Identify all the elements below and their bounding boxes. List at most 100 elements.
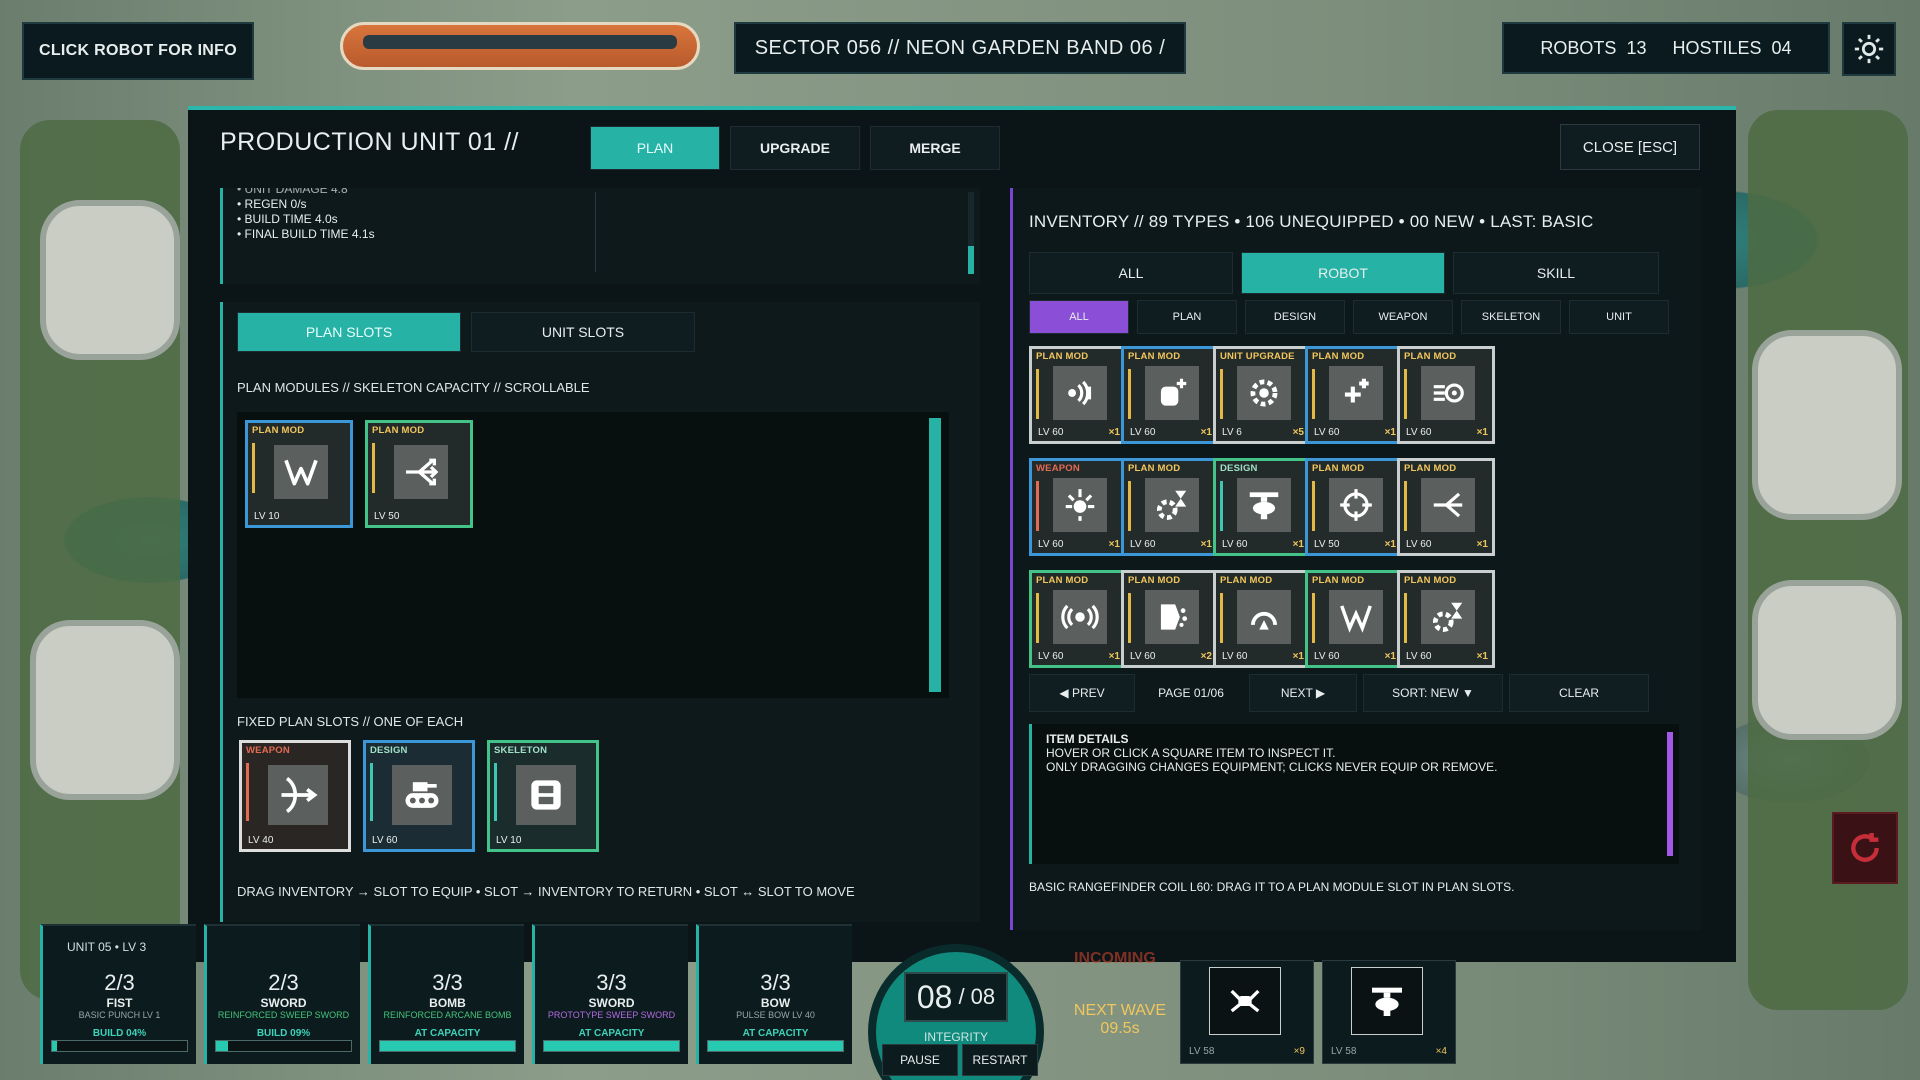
details-line: HOVER OR CLICK A SQUARE ITEM TO INSPECT … (1046, 746, 1336, 760)
card-level: LV 60 (1130, 539, 1156, 550)
robots-value: 13 (1626, 37, 1647, 58)
building-left-2 (30, 620, 180, 800)
tab-merge-label: MERGE (909, 140, 961, 156)
fixed-slot-weapon[interactable]: WEAPON LV 40 (239, 740, 351, 852)
sort-dropdown[interactable]: SORT: NEW ▼ (1363, 674, 1503, 712)
inv-tab-robot[interactable]: ROBOT (1241, 252, 1445, 294)
unit-progress-fill (52, 1041, 58, 1051)
stats-scrollbar[interactable] (968, 192, 974, 274)
gear-hourglass-icon (1421, 590, 1475, 644)
card-category: SKELETON (494, 745, 548, 756)
restart-button[interactable]: RESTART (962, 1044, 1038, 1076)
wave-current: 08 (916, 978, 953, 1015)
filter-plan[interactable]: PLAN (1137, 300, 1237, 334)
next-label: NEXT ▶ (1280, 686, 1326, 700)
enemy-card[interactable]: LV 58 ×9 (1180, 960, 1314, 1064)
tab-plan[interactable]: PLAN (590, 126, 720, 170)
unit-card[interactable]: 3/3 SWORD PROTOTYPE SWEEP SWORD AT CAPACITY (532, 924, 688, 1064)
card-qty: ×1 (1108, 539, 1120, 550)
details-line: ONLY DRAGGING CHANGES EQUIPMENT; CLICKS … (1046, 760, 1498, 774)
unit-subtitle: PROTOTYPE SWEEP SWORD (547, 1010, 676, 1020)
next-wave: NEXT WAVE 09.5s (1060, 1002, 1180, 1038)
fixed-slots-label: FIXED PLAN SLOTS // ONE OF EACH (237, 714, 464, 729)
building-right-2 (1752, 580, 1902, 740)
unit-status: AT CAPACITY (414, 1028, 481, 1039)
rangefinder-icon (1421, 366, 1475, 420)
plan-module-slot[interactable]: PLAN MOD LV 50 (365, 420, 473, 528)
stats-panel[interactable]: • UNIT DAMAGE 4.8 • REGEN 0/s • BUILD TI… (220, 188, 980, 284)
filter-weapon[interactable]: WEAPON (1353, 300, 1453, 334)
bow-icon (268, 765, 328, 825)
card-category: PLAN MOD (1404, 463, 1457, 474)
tab-unit-slots[interactable]: UNIT SLOTS (471, 312, 695, 352)
pause-button[interactable]: PAUSE (882, 1044, 958, 1076)
gear-ring-icon (1237, 366, 1291, 420)
inventory-item[interactable]: PLAN MOD LV 60 ×1 (1213, 570, 1311, 668)
inventory-item[interactable]: PLAN MOD LV 60 ×1 (1121, 458, 1219, 556)
filter-design[interactable]: DESIGN (1245, 300, 1345, 334)
filter-label: SKELETON (1481, 311, 1541, 323)
inventory-item[interactable]: WEAPON LV 60 ×1 (1029, 458, 1127, 556)
inventory-item[interactable]: PLAN MOD LV 60 ×1 (1397, 458, 1495, 556)
inventory-item[interactable]: PLAN MOD LV 60 ×1 (1305, 346, 1403, 444)
split-arrow-icon (1421, 478, 1475, 532)
filter-skeleton[interactable]: SKELETON (1461, 300, 1561, 334)
clear-label: CLEAR (1558, 686, 1599, 700)
inventory-item[interactable]: PLAN MOD LV 60 ×1 (1029, 346, 1127, 444)
tab-merge[interactable]: MERGE (870, 126, 1000, 170)
card-stripe (1312, 481, 1315, 531)
hostiles-value: 04 (1771, 37, 1792, 58)
plan-panel: PLAN SLOTS UNIT SLOTS PLAN MODULES // SK… (220, 302, 980, 922)
modules-scrollbar[interactable] (929, 418, 941, 692)
card-stripe (1404, 481, 1407, 531)
pause-label: PAUSE (900, 1053, 940, 1067)
inv-tab-all[interactable]: ALL (1029, 252, 1233, 294)
close-button[interactable]: CLOSE [ESC] (1560, 124, 1700, 170)
clear-button[interactable]: CLEAR (1509, 674, 1649, 712)
reset-button[interactable] (1832, 812, 1898, 884)
robot-info-button[interactable]: CLICK ROBOT FOR INFO (22, 22, 254, 80)
inv-tab-skill[interactable]: SKILL (1453, 252, 1659, 294)
settings-button[interactable] (1842, 22, 1896, 76)
enemy-card[interactable]: LV 58 ×4 (1322, 960, 1456, 1064)
hostiles-label: HOSTILES (1672, 37, 1762, 58)
inventory-item[interactable]: PLAN MOD LV 50 ×1 (1305, 458, 1403, 556)
robots-count: ROBOTS 13 (1540, 38, 1646, 59)
next-page-button[interactable]: NEXT ▶ (1249, 674, 1357, 712)
card-qty: ×1 (1108, 651, 1120, 662)
prev-page-button[interactable]: ◀ PREV (1029, 674, 1135, 712)
split-arrow-icon (394, 445, 448, 499)
plan-modules-grid[interactable]: PLAN MOD LV 10 PLAN MOD LV 50 (237, 412, 949, 698)
card-level: LV 60 (1314, 651, 1340, 662)
inventory-item[interactable]: PLAN MOD LV 60 ×2 (1121, 570, 1219, 668)
filter-all[interactable]: ALL (1029, 300, 1129, 334)
card-stripe (1312, 593, 1315, 643)
tab-upgrade[interactable]: UPGRADE (730, 126, 860, 170)
card-category: PLAN MOD (1312, 463, 1365, 474)
crosshair-icon (1329, 478, 1383, 532)
inventory-item[interactable]: DESIGN LV 60 ×1 (1213, 458, 1311, 556)
plan-module-slot[interactable]: PLAN MOD LV 10 (245, 420, 353, 528)
inventory-item[interactable]: PLAN MOD LV 60 ×1 (1397, 570, 1495, 668)
details-scrollbar[interactable] (1667, 732, 1673, 856)
inventory-item[interactable]: UNIT UPGRADE LV 6 ×5 (1213, 346, 1311, 444)
inventory-item[interactable]: PLAN MOD LV 60 ×1 (1397, 346, 1495, 444)
fixed-slot-skeleton[interactable]: SKELETON LV 10 (487, 740, 599, 852)
tab-plan-slots[interactable]: PLAN SLOTS (237, 312, 461, 352)
unit-progress-bar (379, 1040, 516, 1052)
card-category: WEAPON (246, 745, 290, 756)
crawler-icon (1209, 967, 1281, 1035)
card-stripe (1036, 369, 1039, 419)
unit-card[interactable]: 2/3 SWORD REINFORCED SWEEP SWORD BUILD 09% (204, 924, 360, 1064)
filter-unit[interactable]: UNIT (1569, 300, 1669, 334)
unit-card[interactable]: UNIT 05 • LV 3 2/3 FIST BASIC PUNCH LV 1 BUI… (40, 924, 196, 1064)
plus-spark-icon (1329, 366, 1383, 420)
inventory-item[interactable]: PLAN MOD LV 60 ×1 (1121, 346, 1219, 444)
inventory-item[interactable]: PLAN MOD LV 60 ×1 (1029, 570, 1127, 668)
unit-card[interactable]: 3/3 BOMB REINFORCED ARCANE BOMB AT CAPACITY (368, 924, 524, 1064)
fixed-slot-design[interactable]: DESIGN LV 60 (363, 740, 475, 852)
unit-card[interactable]: 3/3 BOW PULSE BOW LV 40 AT CAPACITY (696, 924, 852, 1064)
card-category: PLAN MOD (1312, 351, 1365, 362)
inventory-item[interactable]: PLAN MOD LV 60 ×1 (1305, 570, 1403, 668)
chassis-icon (516, 765, 576, 825)
